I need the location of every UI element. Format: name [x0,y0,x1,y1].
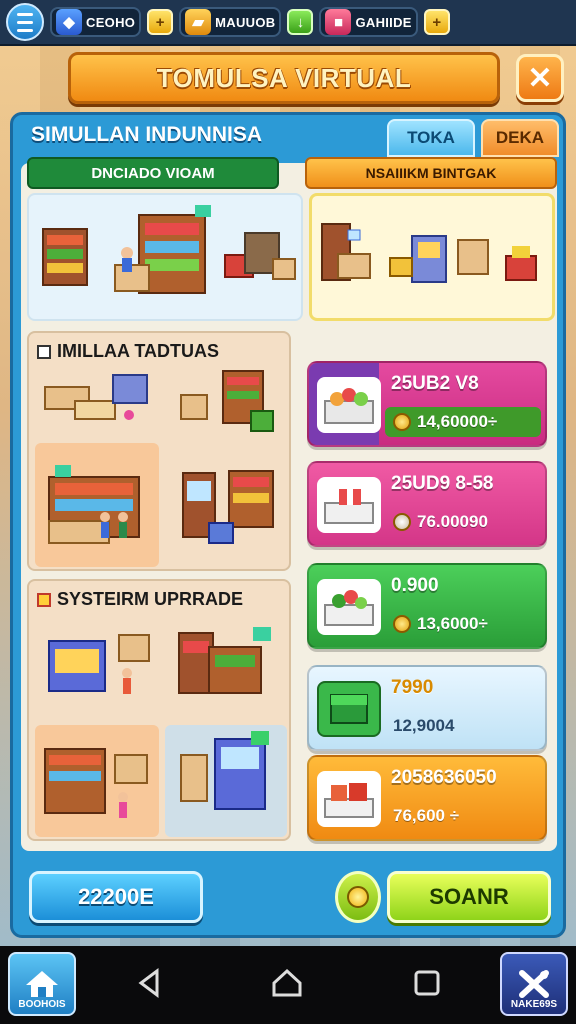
resource-mauuob: ▰ MAUUOB [179,7,282,37]
confirm-button[interactable]: SOANR [387,871,551,923]
page-title: TOMULSA VIRTUAL [156,62,412,93]
add-resource-button[interactable]: + [423,9,450,35]
item-price: 14,60000÷ [417,412,498,431]
item-name: 0.900 [391,575,439,596]
gift-box-icon: ■ [325,9,352,35]
download-button[interactable]: ↓ [287,9,314,35]
close-icon: ✕ [527,61,553,95]
shop-item[interactable]: 7990 12,9004 [307,665,547,751]
store-shelves-illustration [42,205,296,294]
shop-preview-right[interactable] [309,193,555,321]
section-title: SYSTEIRM UPRRADE [57,589,244,609]
section-mini-stalls: IMILLAA TADTUAS [27,331,291,571]
section-system-upgrade: SYSTEIRM UPRRADE [27,579,291,841]
resource-gahiide: ■ GAHIIDE [319,7,418,37]
item-price: 76.00090 [417,512,488,531]
back-button[interactable] [132,966,166,1000]
coin-icon [393,413,411,431]
coin-icon [347,886,369,908]
android-home-button[interactable] [270,966,304,1000]
resource-label: MAUUOB [215,14,276,30]
cashier-upgrade-icon [48,634,150,694]
shield-gem-icon: ◆ [56,9,82,35]
stalls-illustration [321,223,537,283]
shelf-upgrade-icon [44,748,148,818]
fruit-crate-icon [317,377,381,433]
resource-ceoho: ◆ CEOHO [50,7,142,37]
menu-button[interactable] [6,3,44,41]
tab-toka[interactable]: TOKA [387,119,475,157]
panel-title: SIMULLAN INDUNNISA [31,123,262,146]
shop-item[interactable]: 0.900 13,6000÷ [307,563,547,649]
subheader-left[interactable]: DNCIADO VIOAM [27,157,279,189]
market-stall-icon [48,465,140,544]
item-name: 2058636050 [391,767,497,788]
checkbox[interactable] [37,592,51,607]
resource-label: GAHIIDE [355,14,412,30]
tab-deka[interactable]: DEKA [481,119,559,157]
resource-bar: ◆ CEOHO + ▰ MAUUOB ↓ ■ GAHIIDE + [0,0,576,46]
item-name: 7990 [391,677,434,698]
left-action-button[interactable]: 22200E [29,871,203,923]
house-icon [26,971,58,997]
shop-preview-left[interactable] [27,193,303,321]
terminal-upgrade-icon [180,731,269,810]
item-price: 76,600 ÷ [393,806,460,825]
shelf-stall-icon [180,370,274,432]
item-name: 25UB2 V8 [391,373,479,394]
table-stall-icon [44,374,148,420]
title-banner: TOMULSA VIRTUAL [68,52,500,104]
hamburger-icon [17,12,33,16]
item-price: 13,6000÷ [417,614,488,633]
close-button[interactable]: ✕ [516,54,564,102]
home-outline-icon [272,968,302,997]
item-price: 12,9004 [393,716,455,735]
green-chest-icon [317,681,381,737]
shop-item[interactable]: 25UB2 V8 14,60000÷ [307,361,547,447]
checkbox[interactable] [37,344,51,359]
back-icon [138,968,159,998]
kiosk-stall-icon [182,470,274,544]
sweets-tray-icon [317,771,381,827]
crossed-tools-icon [519,970,549,998]
display-upgrade-icon [178,627,271,694]
skills-label: NAKE69S [510,999,558,1010]
shop-item[interactable]: 25UD9 8-58 76.00090 [307,461,547,547]
recents-icon [414,970,440,996]
home-label: BOOHOIS [18,999,66,1010]
resource-label: CEOHO [86,14,136,30]
add-resource-button[interactable]: + [147,9,174,35]
veggie-crate-icon [317,579,381,635]
coin-icon [393,615,411,633]
section-title: IMILLAA TADTUAS [57,341,219,361]
gold-bars-icon: ▰ [185,9,212,35]
main-panel: SIMULLAN INDUNNISA TOKA DEKA DNCIADO VIO… [10,112,566,938]
item-name: 25UD9 8-58 [391,473,494,494]
recents-button[interactable] [410,966,444,1000]
coin-button[interactable] [335,871,381,923]
shop-item[interactable]: 2058636050 76,600 ÷ [307,755,547,841]
coin-icon [393,513,411,531]
subheader-right[interactable]: NSAIIIKM BINTGAK [305,157,557,189]
home-button[interactable]: BOOHOIS [8,952,76,1016]
skills-button[interactable]: NAKE69S [500,952,568,1016]
gift-tray-icon [317,477,381,533]
